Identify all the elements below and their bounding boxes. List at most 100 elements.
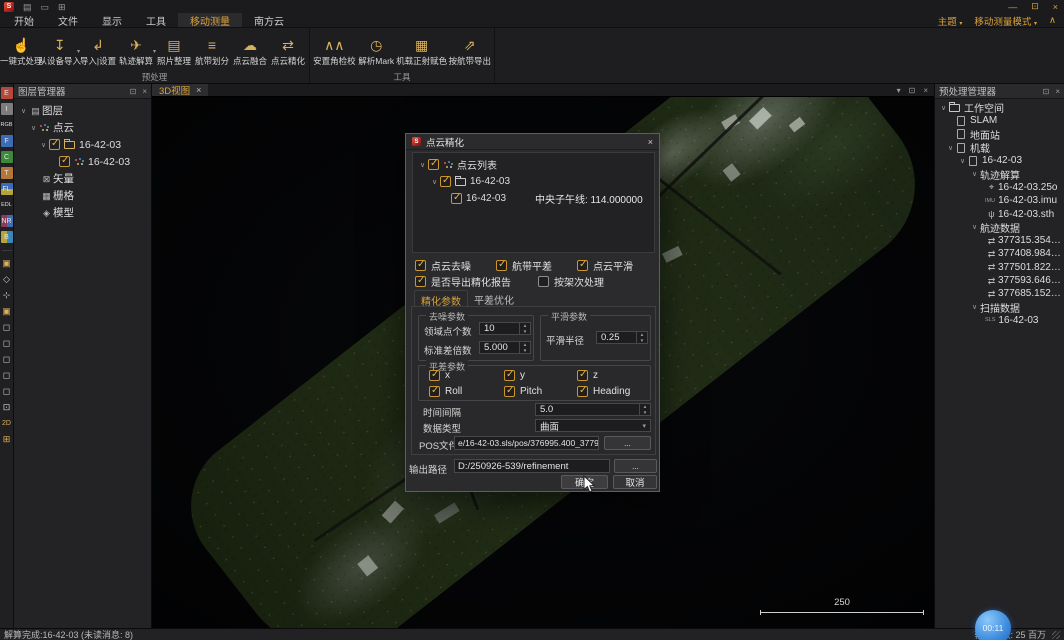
close-view-icon[interactable]: × xyxy=(923,86,928,95)
option-smooth[interactable]: 点云平滑 xyxy=(577,258,633,273)
tree-item-airborne[interactable]: ∨ 机载 xyxy=(935,141,1064,154)
tree-item-track-segment[interactable]: ⇄ 377315.354_377399... xyxy=(935,234,1064,247)
pointcloud-refine-button[interactable]: ⇄ 点云精化 xyxy=(269,30,307,72)
mode-selector[interactable]: 移动测量模式 ▾ xyxy=(974,14,1037,28)
feature-icon[interactable]: F xyxy=(1,135,13,147)
option-strip-adjust[interactable]: 航带平差 xyxy=(496,258,552,273)
select-box-icon[interactable]: ▣ xyxy=(1,257,13,269)
smooth-radius-spinner[interactable]: 0.25 ▲▼ xyxy=(596,331,648,344)
select-polygon-icon[interactable]: ◇ xyxy=(1,273,13,285)
tree-item-sls-file[interactable]: SLS 16-42-03 xyxy=(935,314,1064,327)
checkbox[interactable] xyxy=(428,159,439,170)
rgb-icon[interactable]: RGB xyxy=(1,119,13,131)
checkbox[interactable] xyxy=(504,386,515,397)
save-icon[interactable]: ▤ xyxy=(23,2,32,12)
collapse-ribbon-icon[interactable]: ∧ xyxy=(1049,15,1056,26)
pan-hand-icon[interactable]: ⊹ xyxy=(1,289,13,301)
intensity-icon[interactable]: I xyxy=(1,103,13,115)
tree-item-gnss-file[interactable]: ⌖ 16-42-03.25o xyxy=(935,181,1064,194)
tree-item-raster[interactable]: ▦ 栅格 xyxy=(14,187,151,204)
elevation-icon[interactable]: E xyxy=(1,87,13,99)
view-cube-icon[interactable]: ◻ xyxy=(1,321,13,333)
tree-item-dataset-cloud[interactable]: 16-42-03 xyxy=(14,153,151,170)
checkbox[interactable] xyxy=(415,260,426,271)
tree-item-dataset-folder[interactable]: ∨ 16-42-03 xyxy=(14,136,151,153)
theme-selector[interactable]: 主题 ▾ xyxy=(938,14,963,28)
caret-icon[interactable]: ∨ xyxy=(429,178,440,186)
view-cube-icon[interactable]: ◻ xyxy=(1,369,13,381)
parse-mark-button[interactable]: ◷ 解析Mark xyxy=(357,30,396,72)
option-denoise[interactable]: 点云去噪 xyxy=(415,258,471,273)
option-by-sortie[interactable]: 按架次处理 xyxy=(538,274,604,289)
progress-timer-ball[interactable]: 00:11 xyxy=(975,610,1011,640)
spin-down-icon[interactable]: ▼ xyxy=(637,338,647,344)
checkbox[interactable] xyxy=(429,386,440,397)
view-cube-icon[interactable]: ◻ xyxy=(1,337,13,349)
tree-item-layers[interactable]: ∨ ▤ 图层 xyxy=(14,102,151,119)
chevron-down-icon[interactable]: ▾ xyxy=(897,86,901,95)
checkbox[interactable] xyxy=(49,139,60,150)
close-dialog-icon[interactable]: × xyxy=(648,137,653,147)
spin-down-icon[interactable]: ▼ xyxy=(520,348,530,354)
checkbox[interactable] xyxy=(496,260,507,271)
export-by-strip-button[interactable]: ⇗ 按航带导出 xyxy=(447,30,492,72)
add-view-icon[interactable]: ⊞ xyxy=(1,433,13,445)
edl-icon[interactable]: EDL xyxy=(1,199,13,211)
caret-icon[interactable]: ∨ xyxy=(945,144,956,152)
output-browse-button[interactable]: ... xyxy=(614,459,657,473)
view-focus-icon[interactable]: ⊡ xyxy=(1,401,13,413)
tree-item-trajectory-solve[interactable]: ∨ 轨迹解算 xyxy=(935,167,1064,180)
caret-icon[interactable]: ∨ xyxy=(38,141,49,149)
float-view-icon[interactable]: ⊡ xyxy=(909,86,916,95)
canopy-icon[interactable]: C xyxy=(1,151,13,163)
check-x[interactable]: x xyxy=(429,370,450,381)
tree-item-imu-file[interactable]: IMU 16-42-03.imu xyxy=(935,194,1064,207)
blend-icon[interactable]: B xyxy=(1,231,13,243)
caret-icon[interactable]: ∨ xyxy=(417,161,428,169)
caret-icon[interactable]: ∨ xyxy=(969,170,980,178)
view-cube-icon[interactable]: ◻ xyxy=(1,353,13,365)
check-roll[interactable]: Roll xyxy=(429,386,462,397)
tree-item-track-segment[interactable]: ⇄ 377593.646_377675... xyxy=(935,274,1064,287)
menu-file[interactable]: 文件 xyxy=(46,13,90,27)
checkbox[interactable] xyxy=(440,176,451,187)
restore-icon[interactable]: ⊡ xyxy=(1031,1,1039,12)
cancel-button[interactable]: 取消 xyxy=(613,475,657,489)
checkbox[interactable] xyxy=(415,276,426,287)
caret-icon[interactable]: ∨ xyxy=(969,223,980,231)
menu-tools[interactable]: 工具 xyxy=(134,13,178,27)
checkbox[interactable] xyxy=(538,276,549,287)
output-path-input[interactable]: D:/250926-539/refinement xyxy=(454,459,610,473)
spin-down-icon[interactable]: ▼ xyxy=(640,410,650,416)
tree-item-slam[interactable]: SLAM xyxy=(935,114,1064,127)
caret-icon[interactable]: ∨ xyxy=(938,104,949,112)
resize-grip-icon[interactable] xyxy=(1052,631,1060,639)
caret-icon[interactable]: ∨ xyxy=(957,157,968,165)
checkbox[interactable] xyxy=(577,260,588,271)
stddev-multiplier-spinner[interactable]: 5.000 ▲▼ xyxy=(479,341,531,354)
tab-3d-view[interactable]: 3D视图 × xyxy=(152,84,208,96)
caret-icon[interactable]: ∨ xyxy=(969,303,980,311)
tree-item-pointcloud[interactable]: ∨ 点云 xyxy=(14,119,151,136)
pointcloud-fusion-button[interactable]: ☁ 点云融合 xyxy=(231,30,269,72)
check-heading[interactable]: Heading xyxy=(577,386,630,397)
tree-item-model[interactable]: ◈ 模型 xyxy=(14,204,151,221)
menu-start[interactable]: 开始 xyxy=(2,13,46,27)
checkbox[interactable] xyxy=(451,193,462,204)
pos-file-input[interactable]: e/16-42-03.sls/pos/376995.400_377924.198… xyxy=(454,436,599,450)
import-settings-button[interactable]: ↲ 导入|设置 xyxy=(79,30,117,72)
check-y[interactable]: y xyxy=(504,370,525,381)
option-export-report[interactable]: 是否导出精化报告 xyxy=(415,274,511,289)
close-panel-icon[interactable]: × xyxy=(1055,87,1060,96)
view-cube-solid-icon[interactable]: ▣ xyxy=(1,305,13,317)
tree-item-dataset-cloud[interactable]: 16-42-03 中央子午线: 114.000000 xyxy=(413,190,654,207)
tree-item-ground-station[interactable]: 地面站 xyxy=(935,128,1064,141)
menu-mobile-survey[interactable]: 移动测量 xyxy=(178,13,242,27)
check-pitch[interactable]: Pitch xyxy=(504,386,542,397)
tree-item-dataset[interactable]: ∨ 16-42-03 xyxy=(935,154,1064,167)
flight-line-icon[interactable]: FL xyxy=(1,183,13,195)
close-icon[interactable]: × xyxy=(1053,2,1058,12)
checkbox[interactable] xyxy=(59,156,70,167)
tree-item-scan-data[interactable]: ∨ 扫描数据 xyxy=(935,300,1064,313)
airborne-ortho-color-button[interactable]: ▦ 机载正射赋色 xyxy=(396,30,448,72)
